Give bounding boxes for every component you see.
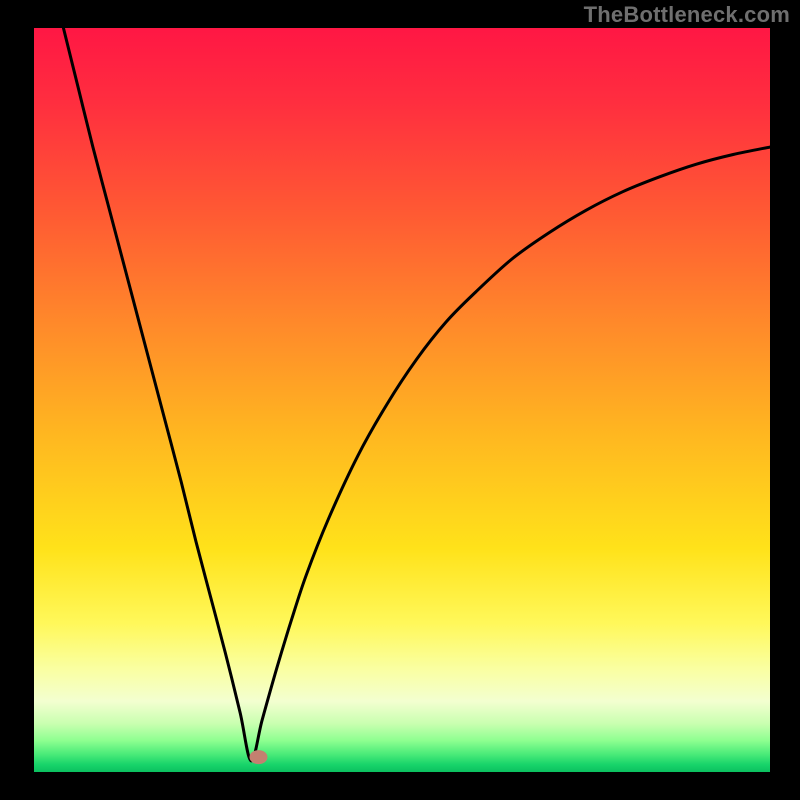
- chart-frame: TheBottleneck.com: [0, 0, 800, 800]
- plot-svg: [34, 28, 770, 772]
- gradient-background: [34, 28, 770, 772]
- minimum-marker: [249, 750, 267, 764]
- plot-area: [34, 28, 770, 772]
- watermark-text: TheBottleneck.com: [584, 2, 790, 28]
